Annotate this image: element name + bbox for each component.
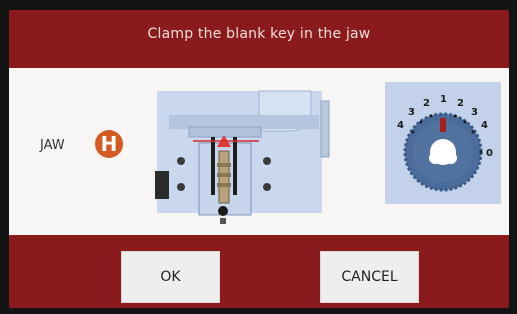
screen: Clamp the blank key in the jaw JAW H 4 3…: [9, 10, 509, 308]
jaw-left-block: [155, 171, 169, 199]
dial-number: 4: [481, 120, 488, 131]
ok-button[interactable]: OK: [121, 251, 220, 303]
instruction-title: Clamp the blank key in the jaw: [147, 26, 371, 42]
key-cut: [217, 183, 231, 187]
jaw-right-rail: [233, 137, 237, 195]
dial-hole-lobe: [445, 152, 457, 164]
dial-number: 0: [486, 148, 493, 159]
dial-illustration: 4 3 2 1 2 3 4 0: [385, 82, 501, 204]
screw-icon: [263, 183, 271, 191]
dial-number: 4: [397, 120, 404, 131]
illustration-panel: JAW H 4 3 2 1 2 3 4 0: [9, 68, 509, 235]
dial-number: 3: [408, 107, 415, 118]
dial-number: 2: [423, 98, 430, 109]
dial-pointer: [440, 118, 446, 132]
dial-hole-lobe: [429, 152, 441, 164]
jaw-left-rail: [211, 137, 215, 195]
dial-dot: [419, 120, 423, 124]
dial-number: 2: [457, 98, 464, 109]
key-cut: [217, 173, 231, 177]
dial-dot: [463, 120, 467, 124]
dial-number: 3: [471, 107, 478, 118]
jaw-code-badge: H: [95, 130, 123, 158]
dial-dot: [479, 150, 483, 154]
bottom-pin: [220, 218, 226, 224]
dial-dot: [429, 114, 433, 118]
key-cut: [217, 163, 231, 167]
screw-icon: [177, 183, 185, 191]
jaw-side-tab: [320, 100, 330, 158]
cancel-button[interactable]: CANCEL: [320, 251, 419, 303]
dial-number: 1: [440, 94, 447, 105]
screw-icon: [218, 206, 228, 216]
jaw-label: JAW: [40, 138, 65, 153]
screw-icon: [263, 157, 271, 165]
screw-icon: [177, 157, 185, 165]
dial-dot: [411, 130, 415, 134]
jaw-clamp-bar: [188, 126, 262, 138]
dial-dot: [453, 114, 457, 118]
jaw-illustration: [155, 90, 330, 224]
dial-dot: [471, 130, 475, 134]
